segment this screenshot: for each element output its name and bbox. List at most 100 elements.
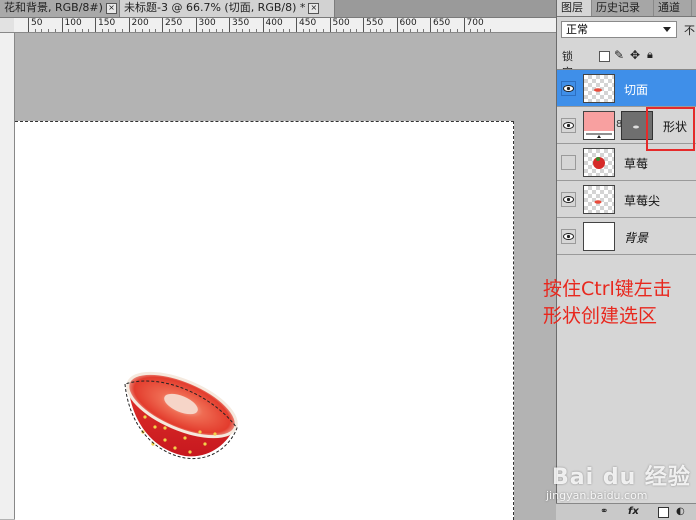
ruler-tick-label: 550 bbox=[366, 18, 384, 28]
layer-row[interactable]: 切面 bbox=[557, 70, 696, 107]
eye-icon[interactable] bbox=[561, 192, 576, 207]
close-icon[interactable]: × bbox=[308, 2, 320, 14]
link-layers-icon[interactable]: ⚭ bbox=[600, 506, 608, 517]
ruler-tick-label: 450 bbox=[299, 18, 317, 28]
ruler-minor-tick bbox=[148, 29, 150, 32]
highlight-box bbox=[646, 107, 695, 151]
ruler-tick: 600 bbox=[396, 18, 417, 32]
eye-hidden-icon[interactable] bbox=[561, 155, 576, 170]
ruler-corner[interactable] bbox=[0, 18, 15, 33]
ruler-tick-label: 100 bbox=[64, 18, 82, 28]
fx-icon[interactable]: fx bbox=[628, 506, 639, 517]
move-lock-icon[interactable]: ✥ bbox=[630, 48, 640, 62]
ruler-tick-label: 50 bbox=[31, 18, 43, 28]
ruler-tick: 700 bbox=[463, 18, 484, 32]
ruler-minor-tick bbox=[383, 29, 385, 32]
ruler-minor-tick bbox=[376, 29, 378, 32]
ruler-minor-tick bbox=[423, 29, 425, 32]
ruler-minor-tick bbox=[255, 29, 257, 32]
ruler-minor-tick bbox=[34, 29, 36, 32]
canvas-workspace[interactable] bbox=[15, 33, 556, 520]
ruler-minor-tick bbox=[141, 29, 143, 32]
tab-layers[interactable]: 图层 bbox=[557, 0, 592, 16]
ruler-tick-label: 700 bbox=[466, 18, 484, 28]
ruler-tick-label: 500 bbox=[332, 18, 350, 28]
ruler-minor-tick bbox=[175, 29, 177, 32]
close-icon[interactable]: × bbox=[105, 2, 117, 14]
ruler-tick: 200 bbox=[128, 18, 149, 32]
ruler-minor-tick bbox=[470, 29, 472, 32]
ruler-tick: 400 bbox=[262, 18, 283, 32]
ruler-minor-tick bbox=[101, 29, 103, 32]
brush-lock-icon[interactable]: ✎ bbox=[614, 48, 624, 62]
doc-tab-2[interactable]: 未标题-3 @ 66.7% (切面, RGB/8) * × bbox=[120, 0, 335, 17]
ruler-minor-tick bbox=[456, 29, 458, 32]
doc-tab-1[interactable]: 花和背景, RGB/8#) × bbox=[0, 0, 120, 17]
doc-tab-1-label: 花和背景, RGB/8#) bbox=[4, 1, 103, 14]
ruler-minor-tick bbox=[208, 29, 210, 32]
document-canvas[interactable] bbox=[15, 121, 514, 520]
ruler-minor-tick bbox=[450, 29, 452, 32]
watermark-brand: Bai du 经验 bbox=[552, 465, 691, 490]
vertical-ruler[interactable] bbox=[0, 33, 15, 519]
eye-icon[interactable] bbox=[561, 229, 576, 244]
panel-tab-bar: 图层 历史记录 通道 bbox=[557, 0, 696, 17]
ruler-minor-tick bbox=[403, 29, 405, 32]
ruler-tick: 650 bbox=[430, 18, 450, 32]
annotation-line-2: 形状创建选区 bbox=[543, 305, 658, 327]
ruler-minor-tick bbox=[483, 29, 485, 32]
blend-mode-select[interactable]: 正常 bbox=[561, 21, 677, 38]
lock-all-icon[interactable]: 🔒︎ bbox=[647, 48, 653, 62]
ruler-tick-label: 250 bbox=[165, 18, 183, 28]
layers-panel: 图层 历史记录 通道 正常 不 锁定: ✎ ✥ 🔒︎ bbox=[556, 0, 696, 519]
tab-history[interactable]: 历史记录 bbox=[592, 0, 654, 16]
layer-row[interactable]: 草莓尖 bbox=[557, 181, 696, 218]
ruler-tick-label: 150 bbox=[98, 18, 116, 28]
layer-name: 背景 bbox=[624, 231, 649, 245]
adjustment-icon[interactable]: ◐ bbox=[676, 506, 685, 517]
ruler-minor-tick bbox=[54, 29, 56, 32]
horizontal-ruler[interactable]: 50 100 150 200 250 300 350 400 450 500 550 600 650 70… bbox=[14, 18, 556, 33]
ruler-minor-tick bbox=[81, 29, 83, 32]
ruler-minor-tick bbox=[41, 29, 43, 32]
ruler-minor-tick bbox=[316, 29, 318, 32]
ruler-minor-tick bbox=[476, 29, 478, 32]
blend-mode-value: 正常 bbox=[566, 23, 588, 36]
mask-icon[interactable] bbox=[658, 507, 669, 518]
ruler-tick: 450 bbox=[296, 18, 316, 32]
ruler-minor-tick bbox=[342, 29, 344, 32]
eye-icon[interactable] bbox=[561, 81, 576, 96]
ruler-minor-tick bbox=[443, 29, 445, 32]
ruler-minor-tick bbox=[68, 29, 70, 32]
ruler-minor-tick bbox=[369, 29, 371, 32]
ruler-tick-label: 300 bbox=[198, 18, 216, 28]
ruler-minor-tick bbox=[269, 29, 271, 32]
ruler-minor-tick bbox=[48, 29, 50, 32]
doc-tab-2-label: 未标题-3 @ 66.7% (切面, RGB/8) * bbox=[124, 1, 306, 14]
ruler-tick: 50 bbox=[28, 18, 42, 32]
ruler-minor-tick bbox=[135, 29, 137, 32]
ruler-tick-label: 600 bbox=[399, 18, 417, 28]
ruler-tick: 550 bbox=[363, 18, 383, 32]
layer-row[interactable]: 背景 bbox=[557, 218, 696, 255]
annotation-line-1: 按住Ctrl键左击 bbox=[543, 278, 672, 300]
ruler-tick-label: 650 bbox=[433, 18, 451, 28]
ruler-minor-tick bbox=[168, 29, 170, 32]
lock-transparent-icon[interactable] bbox=[599, 51, 610, 62]
ruler-minor-tick bbox=[389, 29, 391, 32]
ruler-minor-tick bbox=[282, 29, 284, 32]
ruler-minor-tick bbox=[74, 29, 76, 32]
tab-channels[interactable]: 通道 bbox=[654, 0, 692, 16]
ruler-tick-label: 350 bbox=[232, 18, 250, 28]
ruler-minor-tick bbox=[88, 29, 90, 32]
layer-name: 切面 bbox=[624, 83, 649, 97]
layer-name: 草莓尖 bbox=[624, 194, 661, 208]
ruler-minor-tick bbox=[436, 29, 438, 32]
ruler-minor-tick bbox=[235, 29, 237, 32]
opacity-label: 不 bbox=[684, 24, 695, 37]
ruler-minor-tick bbox=[289, 29, 291, 32]
ruler-tick: 100 bbox=[61, 18, 82, 32]
ruler-minor-tick bbox=[356, 29, 358, 32]
eye-icon[interactable] bbox=[561, 118, 576, 133]
ruler-minor-tick bbox=[309, 29, 311, 32]
